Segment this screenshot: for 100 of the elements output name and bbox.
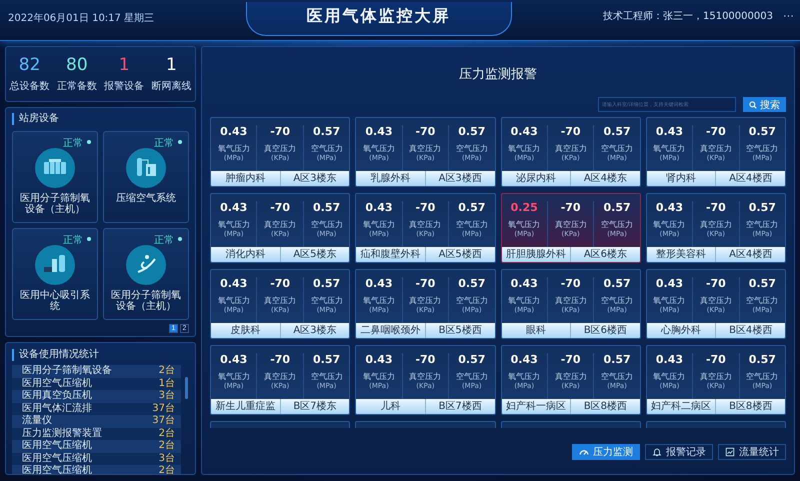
department-name: 儿科 <box>356 399 426 414</box>
pressure-value: 0.43 <box>220 201 248 216</box>
device-type: 压力监测报警装置 <box>22 428 102 440</box>
view-tab[interactable]: 报警记录 <box>645 444 713 460</box>
device-count: 3台 <box>158 452 175 464</box>
pressure-value: 0.57 <box>603 277 631 292</box>
device-name: 医用分子筛制氧设备（主机） <box>110 290 182 312</box>
device-status: 正常 <box>154 234 174 247</box>
location-text: B区8楼西 <box>728 400 774 414</box>
screen-title: 医用气体监控大屏 <box>306 6 451 25</box>
pressure-label: 真空压力 <box>554 295 587 306</box>
pressure-label: 真空压力 <box>409 219 442 230</box>
device-count: 2台 <box>158 365 175 378</box>
device-card[interactable]: 正常 医用中心吸引系统 <box>12 228 98 320</box>
pressure-value: 0.43 <box>656 353 684 368</box>
pressure-label: 氧气压力 <box>218 296 250 306</box>
pressure-value: 0.57 <box>603 353 631 368</box>
pressure-label: 氧气压力 <box>653 220 686 230</box>
location-text: B区4楼西 <box>728 324 774 338</box>
device-status: 正常 <box>154 136 174 150</box>
department-name: 新生儿重症监 <box>211 399 281 414</box>
location-text: A区3楼西 <box>438 172 483 186</box>
pressure-label: 空气压力 <box>456 371 488 382</box>
department-name: 二鼻咽喉颈外 <box>356 323 426 338</box>
pressure-value: -70 <box>270 201 290 216</box>
cabinet-icon <box>35 148 75 188</box>
pressure-value: 0.25 <box>510 201 538 216</box>
view-tab[interactable]: 流量统计 <box>718 444 786 460</box>
stat-value: 1 <box>118 55 130 75</box>
pressure-label: 真空压力 <box>264 295 296 306</box>
pressure-label: 氧气压力 <box>508 296 540 306</box>
location-text: A区3楼东 <box>292 324 338 338</box>
department-name: 乳腺外科 <box>356 171 426 186</box>
pressure-value: -70 <box>415 125 436 140</box>
pressure-label: 空气压力 <box>601 219 634 230</box>
pressure-value: 0.57 <box>748 201 776 216</box>
department-name: 眼科 <box>502 323 572 338</box>
location-text: A区3楼东 <box>292 172 338 186</box>
pressure-value: 0.43 <box>656 201 684 216</box>
pressure-label: 空气压力 <box>456 295 488 306</box>
pressure-label: 氧气压力 <box>508 372 540 382</box>
pressure-value: 0.43 <box>365 277 393 292</box>
engineer-info: 技术工程师：张三一，15100000003 <box>602 10 773 23</box>
device-name: 医用分子筛制氧设备（主机） <box>19 193 91 215</box>
department-name: 妇产科一病区 <box>502 399 572 414</box>
pressure-label: 真空压力 <box>554 143 587 154</box>
device-card[interactable]: 正常 压缩空气系统 <box>103 131 189 223</box>
pressure-label: 空气压力 <box>310 143 343 154</box>
pressure-label: 空气压力 <box>310 295 343 306</box>
search-icon <box>749 100 757 108</box>
location-text: A区6楼东 <box>582 248 628 262</box>
department-name: 妇产科二病区 <box>646 399 716 414</box>
pressure-label: 真空压力 <box>700 143 732 154</box>
pressure-value: -70 <box>706 201 726 216</box>
pressure-value: 0.43 <box>510 277 538 292</box>
location-text: B区7楼西 <box>438 400 483 414</box>
device-count: 3台 <box>158 390 175 402</box>
pressure-label: 氧气压力 <box>362 296 395 306</box>
pressure-value: 0.57 <box>312 353 340 368</box>
pressure-value: -70 <box>560 125 581 140</box>
pressure-value: 0.57 <box>458 277 486 292</box>
pressure-label: 真空压力 <box>264 371 296 382</box>
menu-button[interactable]: ··· <box>782 10 794 22</box>
pressure-label: 空气压力 <box>601 371 634 382</box>
device-name: 压缩空气系统 <box>115 193 177 204</box>
device-status: 正常 <box>63 136 83 150</box>
pressure-label: 氧气压力 <box>508 144 540 154</box>
department-name: 皮肤科 <box>211 323 281 338</box>
location-text: A区5楼东 <box>292 248 338 262</box>
pressure-value: 0.43 <box>656 125 684 140</box>
view-tab[interactable]: 压力监测 <box>572 444 640 460</box>
pressure-value: -70 <box>270 353 290 368</box>
device-card[interactable]: 正常 医用分子筛制氧设备（主机） <box>12 131 98 223</box>
pressure-value: -70 <box>560 277 581 292</box>
pressure-label: 空气压力 <box>456 143 488 154</box>
pressure-value: -70 <box>415 201 436 216</box>
device-type: 医用气体汇流排 <box>22 402 92 414</box>
pressure-label: 氧气压力 <box>218 220 250 230</box>
device-card[interactable]: 正常 医用分子筛制氧设备（主机） <box>103 228 189 320</box>
pressure-value: 0.43 <box>656 277 684 292</box>
pressure-label: 氧气压力 <box>362 372 395 382</box>
pressure-value: -70 <box>415 277 436 292</box>
pressure-label: 真空压力 <box>409 371 442 382</box>
search-button[interactable]: 搜索 <box>743 97 786 112</box>
pressure-value: 0.57 <box>603 125 631 140</box>
status-dot-icon <box>87 140 91 144</box>
stat-label: 总设备数 <box>10 80 50 93</box>
pressure-label: 氧气压力 <box>653 372 686 382</box>
location-text: A区4楼西 <box>728 172 774 186</box>
pressure-value: 0.57 <box>458 125 486 140</box>
status-dot-icon <box>178 237 182 241</box>
scrollbar-thumb[interactable] <box>185 377 188 399</box>
pressure-label: 氧气压力 <box>653 296 686 306</box>
status-dot-icon <box>178 140 182 144</box>
pressure-value: 0.43 <box>365 201 393 216</box>
pressure-value: 0.57 <box>603 201 631 216</box>
pressure-label: 氧气压力 <box>362 144 395 154</box>
department-name: 疝和腹壁外科 <box>356 247 426 262</box>
pressure-label: 真空压力 <box>700 295 732 306</box>
pressure-label: 真空压力 <box>409 143 442 154</box>
